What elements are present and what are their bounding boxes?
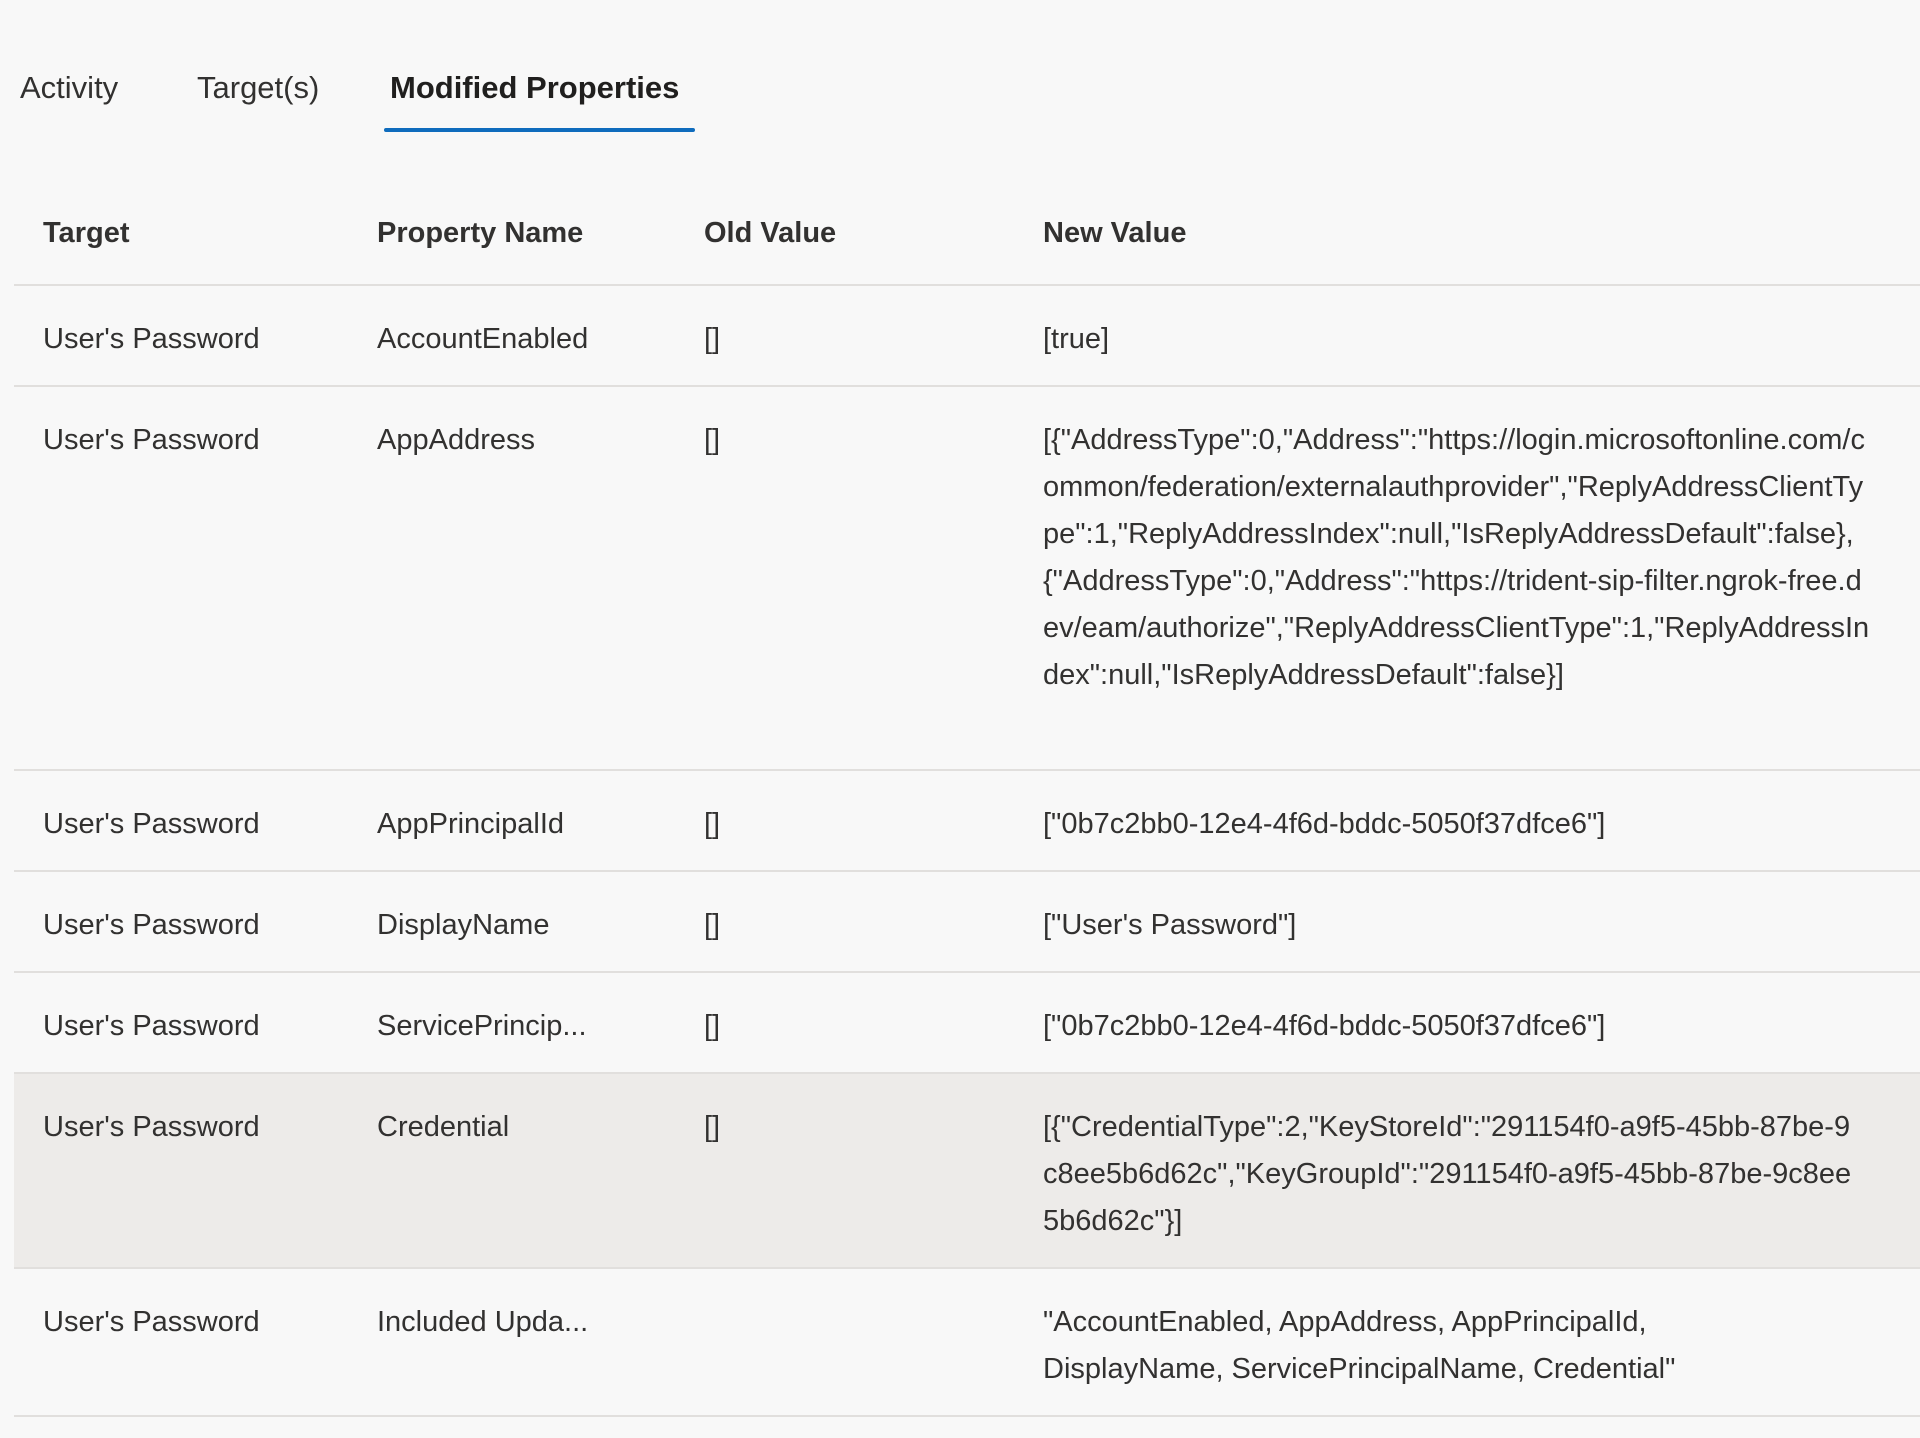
- cell-new-value: ["User's Password"]: [1043, 909, 1297, 941]
- column-header-new-value[interactable]: New Value: [1043, 213, 1186, 253]
- cell-property-name: Credential: [377, 1111, 510, 1143]
- cell-target: User's Password: [43, 909, 260, 941]
- cell-new-value: [{"AddressType":0,"Address":"https://log…: [1043, 424, 1870, 691]
- tab-targets[interactable]: Target(s): [197, 66, 319, 110]
- table-row[interactable]: User's Password ServicePrincip... [] ["0…: [14, 973, 1920, 1074]
- cell-target: User's Password: [43, 323, 260, 355]
- column-header-old-value[interactable]: Old Value: [704, 213, 836, 253]
- tab-bar: Activity Target(s) Modified Properties: [0, 0, 1920, 140]
- cell-target: User's Password: [43, 1010, 260, 1042]
- cell-new-value: ["0b7c2bb0-12e4-4f6d-bddc-5050f37dfce6"]: [1043, 1010, 1606, 1042]
- cell-property-name: AppAddress: [377, 424, 535, 456]
- cell-property-name: DisplayName: [377, 909, 550, 941]
- column-header-property-name[interactable]: Property Name: [377, 213, 583, 253]
- modified-properties-table: Target Property Name Old Value New Value…: [14, 190, 1920, 1417]
- active-tab-indicator: [384, 128, 695, 132]
- cell-old-value: []: [704, 909, 721, 941]
- table-row[interactable]: User's Password AppPrincipalId [] ["0b7c…: [14, 771, 1920, 872]
- tab-modified-properties[interactable]: Modified Properties: [390, 66, 679, 110]
- cell-property-name: AppPrincipalId: [377, 808, 564, 840]
- tab-activity[interactable]: Activity: [20, 66, 118, 110]
- table-row[interactable]: User's Password DisplayName [] ["User's …: [14, 872, 1920, 973]
- audit-log-details-panel: Activity Target(s) Modified Properties T…: [0, 0, 1920, 1438]
- cell-target: User's Password: [43, 424, 260, 456]
- table-row[interactable]: User's Password AccountEnabled [] [true]: [14, 286, 1920, 387]
- cell-old-value: []: [704, 1010, 721, 1042]
- cell-old-value: []: [704, 808, 721, 840]
- table-row-selected[interactable]: User's Password Credential [] [{"Credent…: [14, 1074, 1920, 1269]
- cell-new-value: ["0b7c2bb0-12e4-4f6d-bddc-5050f37dfce6"]: [1043, 808, 1606, 840]
- cell-target: User's Password: [43, 1306, 260, 1338]
- table-row[interactable]: User's Password Included Upda... "Accoun…: [14, 1269, 1920, 1417]
- cell-property-name: Included Upda...: [377, 1306, 589, 1338]
- cell-new-value: [{"CredentialType":2,"KeyStoreId":"29115…: [1043, 1111, 1852, 1237]
- cell-old-value: []: [704, 424, 721, 456]
- table-header-row: Target Property Name Old Value New Value: [14, 190, 1920, 286]
- cell-target: User's Password: [43, 808, 260, 840]
- table-row[interactable]: User's Password AppAddress [] [{"Address…: [14, 387, 1920, 771]
- cell-property-name: ServicePrincip...: [377, 1010, 587, 1042]
- cell-old-value: []: [704, 323, 721, 355]
- cell-old-value: []: [704, 1111, 721, 1143]
- cell-target: User's Password: [43, 1111, 260, 1143]
- cell-new-value: "AccountEnabled, AppAddress, AppPrincipa…: [1043, 1306, 1676, 1385]
- cell-new-value: [true]: [1043, 323, 1110, 355]
- column-header-target[interactable]: Target: [43, 213, 129, 253]
- cell-property-name: AccountEnabled: [377, 323, 589, 355]
